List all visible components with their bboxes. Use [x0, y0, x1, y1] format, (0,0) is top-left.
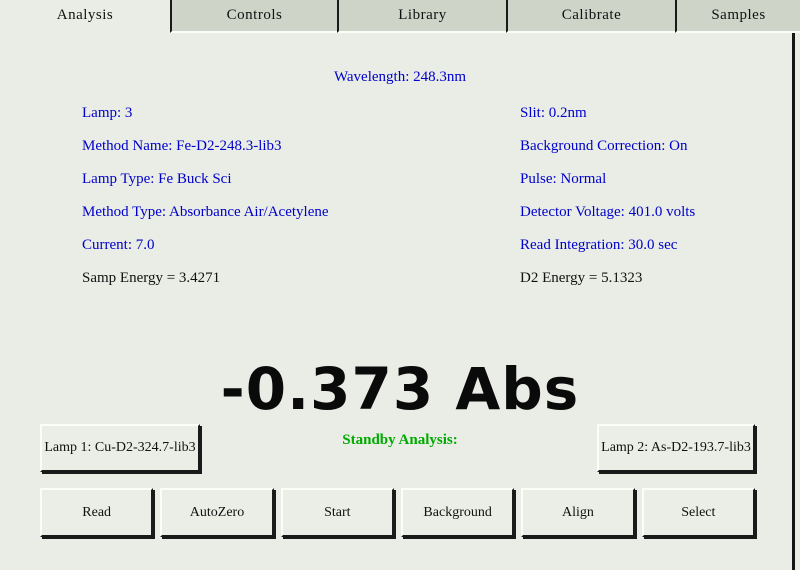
tab-analysis[interactable]: Analysis	[0, 0, 170, 33]
tab-calibrate[interactable]: Calibrate	[506, 0, 675, 33]
param-method-name: Method Name: Fe-D2-248.3-lib3	[82, 138, 282, 154]
background-button[interactable]: Background	[400, 488, 515, 537]
d2-energy-value: D2 Energy = 5.1323	[520, 270, 643, 286]
wavelength-readout: Wavelength: 248.3nm	[333, 69, 467, 85]
tab-bar: Analysis Controls Library Calibrate Samp…	[0, 0, 800, 33]
lamp2-button[interactable]: Lamp 2: As-D2-193.7-lib3	[597, 424, 755, 472]
instrument-screen: Analysis Controls Library Calibrate Samp…	[0, 0, 800, 570]
param-slit: Slit: 0.2nm	[520, 105, 587, 121]
tab-samples[interactable]: Samples	[675, 0, 800, 33]
absorbance-reading: -0.373 Abs	[220, 355, 580, 423]
tab-controls[interactable]: Controls	[170, 0, 337, 33]
align-button[interactable]: Align	[521, 488, 635, 537]
action-button-row: Read AutoZero Start Background Align Sel…	[40, 488, 755, 537]
tab-library[interactable]: Library	[337, 0, 506, 33]
right-parameter-column: Slit: 0.2nm Background Correction: On Pu…	[520, 97, 695, 295]
param-detector-voltage: Detector Voltage: 401.0 volts	[520, 204, 696, 220]
param-current: Current: 7.0	[82, 237, 155, 253]
autozero-button[interactable]: AutoZero	[160, 488, 274, 537]
panel-right-border	[792, 33, 795, 570]
param-lamp-type: Lamp Type: Fe Buck Sci	[82, 171, 232, 187]
samp-energy-value: Samp Energy = 3.4271	[82, 270, 221, 286]
param-background-correction: Background Correction: On	[520, 138, 688, 154]
read-button[interactable]: Read	[40, 488, 154, 537]
param-method-type: Method Type: Absorbance Air/Acetylene	[82, 204, 329, 220]
select-button[interactable]: Select	[641, 488, 755, 537]
param-read-integration: Read Integration: 30.0 sec	[520, 237, 678, 253]
param-lamp: Lamp: 3	[82, 105, 133, 121]
analysis-panel: Wavelength: 248.3nm Lamp: 3 Method Name:…	[0, 33, 800, 570]
left-parameter-column: Lamp: 3 Method Name: Fe-D2-248.3-lib3 La…	[82, 97, 329, 295]
start-button[interactable]: Start	[280, 488, 394, 537]
param-pulse: Pulse: Normal	[520, 171, 607, 187]
lamp1-button[interactable]: Lamp 1: Cu-D2-324.7-lib3	[40, 424, 200, 472]
